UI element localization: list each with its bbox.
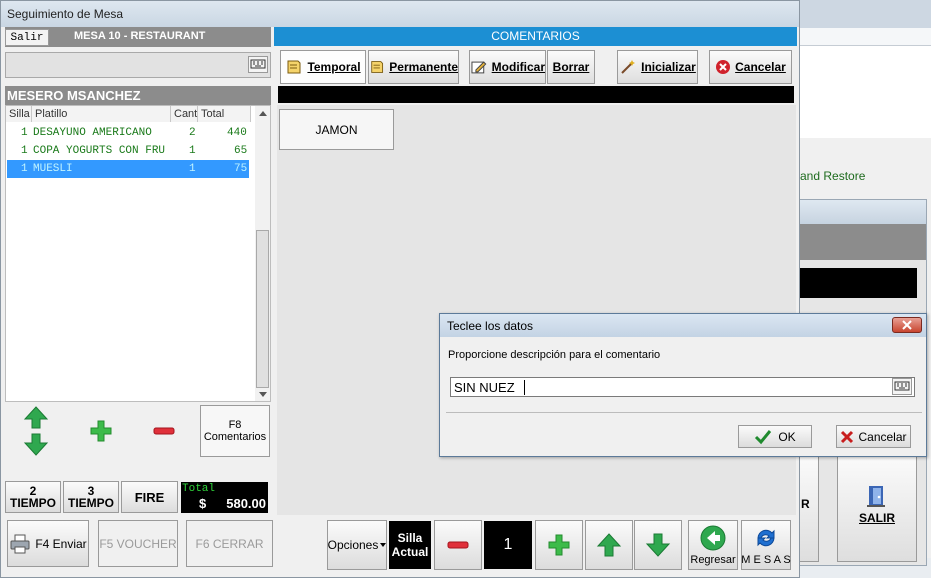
waiter-bar: MESERO MSANCHEZ <box>5 86 271 105</box>
opciones-button[interactable]: Opciones <box>327 520 387 570</box>
permanente-button[interactable]: Permanente <box>368 50 459 84</box>
background-partial-label: R <box>801 497 810 511</box>
window-title: Seguimiento de Mesa <box>7 7 124 21</box>
scroll-thumb[interactable] <box>256 230 269 388</box>
total-display: Total $ 580.00 <box>181 482 268 513</box>
ok-button[interactable]: OK <box>738 425 812 448</box>
scroll-up-arrow-icon[interactable] <box>259 111 267 116</box>
input-dialog: Teclee los datos Proporcione descripción… <box>439 313 927 457</box>
tiempo-3-button[interactable]: 3 TIEMPO <box>63 481 119 513</box>
edit-icon <box>471 61 487 74</box>
remove-button[interactable] <box>152 425 176 437</box>
note-icon <box>287 60 301 74</box>
modificar-button[interactable]: Modificar <box>469 50 546 84</box>
minus-icon <box>447 541 469 549</box>
restore-link[interactable]: and Restore <box>800 169 865 183</box>
temporal-button[interactable]: Temporal <box>280 50 366 84</box>
column-header-total[interactable]: Total <box>198 106 251 122</box>
cancel-icon <box>716 60 731 74</box>
borrar-button[interactable]: Borrar <box>547 50 595 84</box>
plus-icon <box>90 420 112 442</box>
minus-icon <box>153 427 175 435</box>
mesas-button[interactable]: M E S A S <box>741 520 791 570</box>
dialog-title-bar: Teclee los datos <box>440 314 926 337</box>
move-updown-button[interactable] <box>15 405 57 457</box>
main-window: Seguimiento de Mesa Salir MESA 10 - REST… <box>0 0 800 578</box>
seat-decrease-button[interactable] <box>434 520 482 570</box>
text-caret <box>524 380 525 395</box>
tiempo-2-button[interactable]: 2 TIEMPO <box>5 481 61 513</box>
column-header-silla[interactable]: Silla <box>6 106 32 122</box>
keyboard-icon[interactable] <box>248 56 268 73</box>
search-field[interactable] <box>5 52 271 78</box>
dropdown-arrow-icon <box>380 543 387 547</box>
scroll-down-arrow-icon[interactable] <box>259 392 267 397</box>
total-amount: 580.00 <box>226 496 266 511</box>
printer-icon <box>10 534 30 553</box>
dialog-cancel-button[interactable]: Cancelar <box>836 425 911 448</box>
x-icon <box>841 430 854 443</box>
total-caption: Total <box>182 483 216 495</box>
f6-cerrar-button[interactable]: F6 CERRAR <box>186 520 273 567</box>
dialog-separator <box>446 412 922 413</box>
comments-header: COMENTARIOS <box>274 27 797 46</box>
back-arrow-icon <box>700 525 726 550</box>
door-icon <box>867 486 885 507</box>
arrow-up-icon <box>596 533 622 557</box>
column-header-platillo[interactable]: Platillo <box>32 106 171 122</box>
inicializar-button[interactable]: Inicializar <box>617 50 698 84</box>
mesa-title: MESA 10 - RESTAURANT <box>74 30 206 42</box>
table-row-selected[interactable]: 1 MUESLI 1 75 <box>7 160 249 178</box>
plus-icon <box>548 534 570 556</box>
fire-button[interactable]: FIRE <box>121 481 178 513</box>
salir-small-button[interactable]: Salir <box>5 29 49 46</box>
f5-voucher-button[interactable]: F5 VOUCHER <box>98 520 178 567</box>
add-button[interactable] <box>89 419 113 443</box>
dialog-close-button[interactable] <box>892 317 922 333</box>
dialog-title: Teclee los datos <box>447 319 534 333</box>
title-bar: Seguimiento de Mesa <box>1 1 799 27</box>
move-up-button[interactable] <box>585 520 633 570</box>
updown-arrows-icon <box>23 406 49 456</box>
check-icon <box>755 429 772 444</box>
salir-button[interactable]: SALIR <box>837 454 917 562</box>
cancelar-button[interactable]: Cancelar <box>709 50 792 84</box>
seat-number-display: 1 <box>484 521 532 569</box>
column-header-cant[interactable]: Cant <box>171 106 198 122</box>
refresh-icon <box>757 529 775 546</box>
vertical-scrollbar[interactable] <box>255 106 270 401</box>
note-pin-icon <box>371 61 384 73</box>
dialog-prompt: Proporcione descripción para el comentar… <box>448 349 661 361</box>
f8-comentarios-button[interactable]: F8 Comentarios <box>200 405 270 457</box>
regresar-button[interactable]: Regresar <box>688 520 738 570</box>
table-row[interactable]: 1 COPA YOGURTS CON FRU 1 65 <box>7 142 249 160</box>
total-currency: $ <box>199 496 207 511</box>
comment-display-bar <box>278 86 794 103</box>
close-icon <box>902 320 912 330</box>
keyboard-icon[interactable] <box>892 378 912 395</box>
silla-actual-label: Silla Actual <box>389 521 431 569</box>
seat-increase-button[interactable] <box>535 520 583 570</box>
f4-enviar-button[interactable]: F4 Enviar <box>7 520 89 567</box>
comment-item[interactable]: JAMON <box>279 109 394 150</box>
waiter-label: MESERO MSANCHEZ <box>7 88 141 103</box>
move-down-button[interactable] <box>634 520 682 570</box>
description-input[interactable]: SIN NUEZ <box>450 377 915 397</box>
arrow-down-icon <box>645 533 671 557</box>
table-row[interactable]: 1 DESAYUNO AMERICANO 2 440 <box>7 124 249 142</box>
wand-icon <box>621 60 636 74</box>
